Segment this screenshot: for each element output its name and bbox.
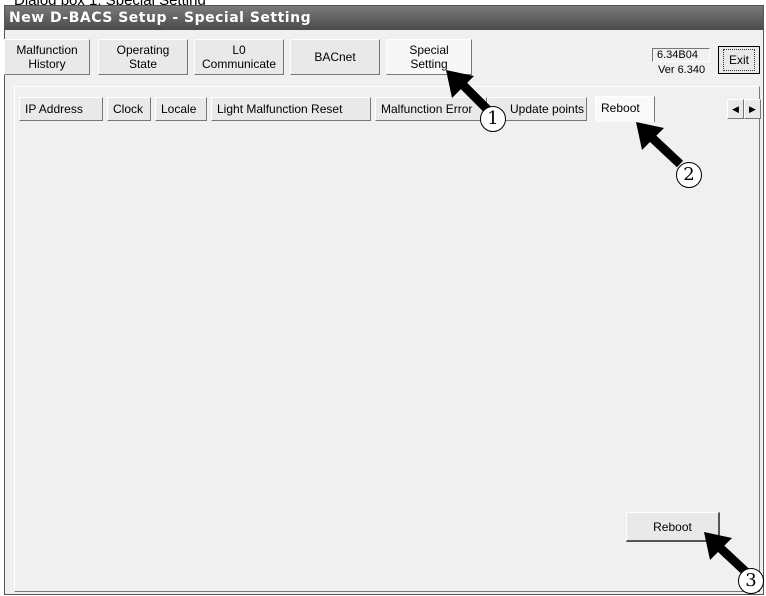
- tab-lo-communicate[interactable]: L0 Communicate: [194, 39, 284, 75]
- callout-number-1: 1: [480, 106, 506, 132]
- scroll-right-icon[interactable]: ▶: [744, 99, 761, 119]
- subtab-reboot[interactable]: Reboot: [595, 96, 655, 122]
- subtab-ip-address[interactable]: IP Address: [19, 97, 103, 121]
- tab-operating-state[interactable]: Operating State: [98, 39, 188, 75]
- callout-number-3: 3: [738, 568, 764, 594]
- tab-malfunction-history[interactable]: Malfunction History: [4, 39, 90, 75]
- build-number: 6.34B04: [652, 48, 710, 62]
- subtab-clock[interactable]: Clock: [107, 97, 151, 121]
- sub-tab-bar: IP Address Clock Locale Light Malfunctio…: [15, 96, 761, 122]
- window-title: New D-BACS Setup - Special Setting: [5, 6, 763, 30]
- exit-button-label: Exit: [722, 49, 755, 71]
- scroll-left-icon[interactable]: ◀: [727, 99, 744, 119]
- callout-number-2: 2: [676, 162, 702, 188]
- subtab-locale[interactable]: Locale: [155, 97, 207, 121]
- tab-bacnet[interactable]: BACnet: [290, 39, 380, 75]
- subtab-light-malfunction-reset[interactable]: Light Malfunction Reset: [211, 97, 371, 121]
- version-display: 6.34B04 Ver 6.340: [652, 44, 712, 76]
- tab-scroll-buttons: ◀ ▶: [727, 99, 763, 119]
- main-tab-bar: Malfunction History Operating State L0 C…: [4, 39, 756, 75]
- version-label: Ver 6.340: [658, 64, 706, 76]
- exit-button[interactable]: Exit: [718, 46, 760, 74]
